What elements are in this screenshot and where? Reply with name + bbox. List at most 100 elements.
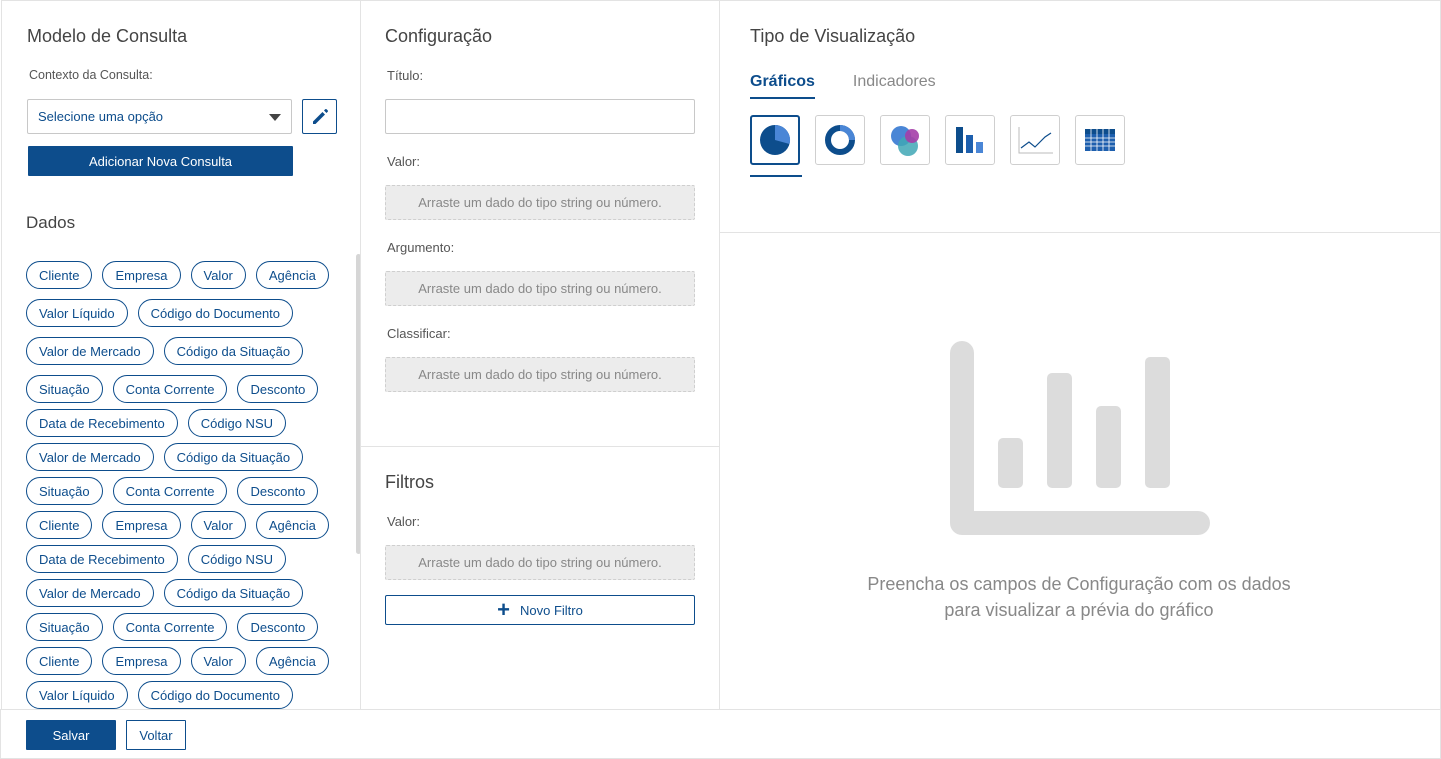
data-field-chip[interactable]: Código da Situação: [163, 337, 304, 365]
data-field-chip[interactable]: Valor Líquido: [26, 299, 128, 327]
pie-chart-button[interactable]: [750, 115, 802, 177]
valor-dropzone[interactable]: Arraste um dado do tipo string ou número…: [385, 185, 695, 220]
filtros-title: Filtros: [385, 472, 434, 492]
tipo-visualizacao-panel: Tipo de Visualização Gráficos Indicadore…: [719, 0, 1441, 233]
preview-message-line2: para visualizar a prévia do gráfico: [944, 600, 1214, 620]
data-field-row: Data de Recebimento Código NSU: [26, 545, 341, 573]
context-label: Contexto da Consulta:: [29, 68, 153, 82]
preview-message-line1: Preencha os campos de Configuração com o…: [867, 574, 1291, 594]
argumento-label: Argumento:: [387, 240, 455, 255]
data-field-row: Cliente Empresa Valor Agência: [26, 261, 341, 289]
data-field-row: Valor Líquido Código do Documento: [26, 299, 341, 327]
dados-panel: Dados Cliente Empresa Valor Agência Valor Lí…: [1, 199, 361, 710]
pie-chart-icon: [760, 124, 791, 155]
bubble-chart-icon: [891, 126, 919, 156]
data-field-row: Valor de Mercado Código da Situação: [26, 579, 341, 607]
pencil-icon: [312, 108, 328, 124]
data-field-chip[interactable]: Data de Recebimento: [26, 409, 178, 437]
data-field-chip[interactable]: Código do Documento: [137, 299, 294, 327]
bar-chart-icon: [956, 127, 983, 153]
data-field-chip[interactable]: Conta Corrente: [112, 477, 228, 505]
tab-graficos[interactable]: Gráficos: [750, 73, 815, 99]
data-field-row: Situação Conta Corrente Desconto: [26, 613, 341, 641]
data-field-row: Cliente Empresa Valor Agência: [26, 647, 341, 675]
titulo-input[interactable]: [385, 99, 695, 134]
donut-chart-button[interactable]: [815, 115, 865, 165]
data-field-chip[interactable]: Cliente: [26, 511, 93, 539]
data-field-chip[interactable]: Desconto: [237, 375, 319, 403]
chart-type-list: [750, 115, 1125, 177]
back-button[interactable]: Voltar: [126, 720, 186, 750]
data-field-chip[interactable]: Agência: [255, 647, 329, 675]
data-field-chip[interactable]: Empresa: [102, 647, 181, 675]
data-field-chip[interactable]: Código da Situação: [163, 443, 304, 471]
data-field-chip[interactable]: Valor: [190, 511, 246, 539]
data-field-row: Valor de Mercado Código da Situação: [26, 337, 341, 365]
data-field-chip[interactable]: Valor de Mercado: [26, 337, 154, 365]
data-field-chip[interactable]: Empresa: [102, 261, 181, 289]
visualization-tabs: Gráficos Indicadores: [750, 73, 936, 99]
bar-chart-button[interactable]: [945, 115, 995, 165]
context-select-value: Selecione uma opção: [38, 109, 164, 124]
modelo-title: Modelo de Consulta: [27, 26, 188, 46]
data-field-row: Cliente Empresa Valor Agência: [26, 511, 341, 539]
add-query-button[interactable]: Adicionar Nova Consulta: [28, 146, 293, 176]
classificar-dropzone[interactable]: Arraste um dado do tipo string ou número…: [385, 357, 695, 392]
footer-bar: Salvar Voltar: [0, 709, 1441, 759]
data-field-chip[interactable]: Desconto: [237, 613, 319, 641]
line-chart-button[interactable]: [1010, 115, 1060, 165]
context-select[interactable]: Selecione uma opção: [27, 99, 292, 134]
configuracao-panel: Configuração Título: Valor: Arraste um d…: [360, 0, 720, 447]
data-field-chip[interactable]: Código NSU: [187, 409, 287, 437]
data-field-chip[interactable]: Cliente: [26, 261, 93, 289]
dados-title: Dados: [26, 213, 76, 232]
data-field-row: Valor de Mercado Código da Situação: [26, 443, 341, 471]
data-field-chip[interactable]: Código da Situação: [163, 579, 304, 607]
data-field-chip[interactable]: Valor: [190, 647, 246, 675]
data-field-chip[interactable]: Agência: [255, 261, 329, 289]
tipo-title: Tipo de Visualização: [750, 26, 916, 46]
table-chart-icon: [1085, 129, 1115, 151]
valor-label: Valor:: [387, 154, 420, 169]
argumento-dropzone[interactable]: Arraste um dado do tipo string ou número…: [385, 271, 695, 306]
new-filter-label: Novo Filtro: [520, 602, 583, 618]
config-title: Configuração: [385, 26, 493, 46]
filtro-valor-label: Valor:: [387, 514, 420, 529]
titulo-label: Título:: [387, 68, 424, 83]
plus-icon: +: [497, 597, 510, 622]
data-field-chip[interactable]: Código do Documento: [137, 681, 294, 709]
data-field-chip[interactable]: Cliente: [26, 647, 93, 675]
data-field-row: Situação Conta Corrente Desconto: [26, 477, 341, 505]
classificar-label: Classificar:: [387, 326, 451, 341]
data-field-row: Valor Líquido Código do Documento: [26, 681, 341, 709]
data-field-chip[interactable]: Valor de Mercado: [26, 443, 154, 471]
chevron-down-icon: [269, 114, 281, 121]
table-chart-button[interactable]: [1075, 115, 1125, 165]
data-field-chip[interactable]: Conta Corrente: [112, 375, 228, 403]
data-field-list: Cliente Empresa Valor Agência Valor Líquido C…: [26, 261, 341, 709]
data-field-chip[interactable]: Valor: [190, 261, 246, 289]
line-chart-icon: [1018, 127, 1053, 154]
save-button[interactable]: Salvar: [26, 720, 116, 750]
modelo-consulta-panel: Modelo de Consulta Contexto da Consulta:…: [1, 0, 361, 200]
donut-chart-icon: [825, 125, 855, 155]
data-field-row: Situação Conta Corrente Desconto: [26, 375, 341, 403]
data-field-chip[interactable]: Empresa: [102, 511, 181, 539]
new-filter-button[interactable]: + Novo Filtro: [385, 595, 695, 625]
data-field-chip[interactable]: Conta Corrente: [112, 613, 228, 641]
data-field-chip[interactable]: Situação: [26, 375, 103, 403]
data-field-chip[interactable]: Desconto: [237, 477, 319, 505]
data-field-chip[interactable]: Código NSU: [187, 545, 287, 573]
chart-preview-panel: Preencha os campos de Configuração com o…: [719, 232, 1441, 710]
edit-query-button[interactable]: [302, 99, 337, 134]
preview-message: Preencha os campos de Configuração com o…: [720, 571, 1438, 623]
data-field-chip[interactable]: Situação: [26, 613, 103, 641]
data-field-chip[interactable]: Valor de Mercado: [26, 579, 154, 607]
data-field-chip[interactable]: Situação: [26, 477, 103, 505]
data-field-chip[interactable]: Data de Recebimento: [26, 545, 178, 573]
bubble-chart-button[interactable]: [880, 115, 930, 165]
data-field-chip[interactable]: Valor Líquido: [26, 681, 128, 709]
filtro-valor-dropzone[interactable]: Arraste um dado do tipo string ou número…: [385, 545, 695, 580]
tab-indicadores[interactable]: Indicadores: [853, 73, 936, 99]
data-field-chip[interactable]: Agência: [255, 511, 329, 539]
